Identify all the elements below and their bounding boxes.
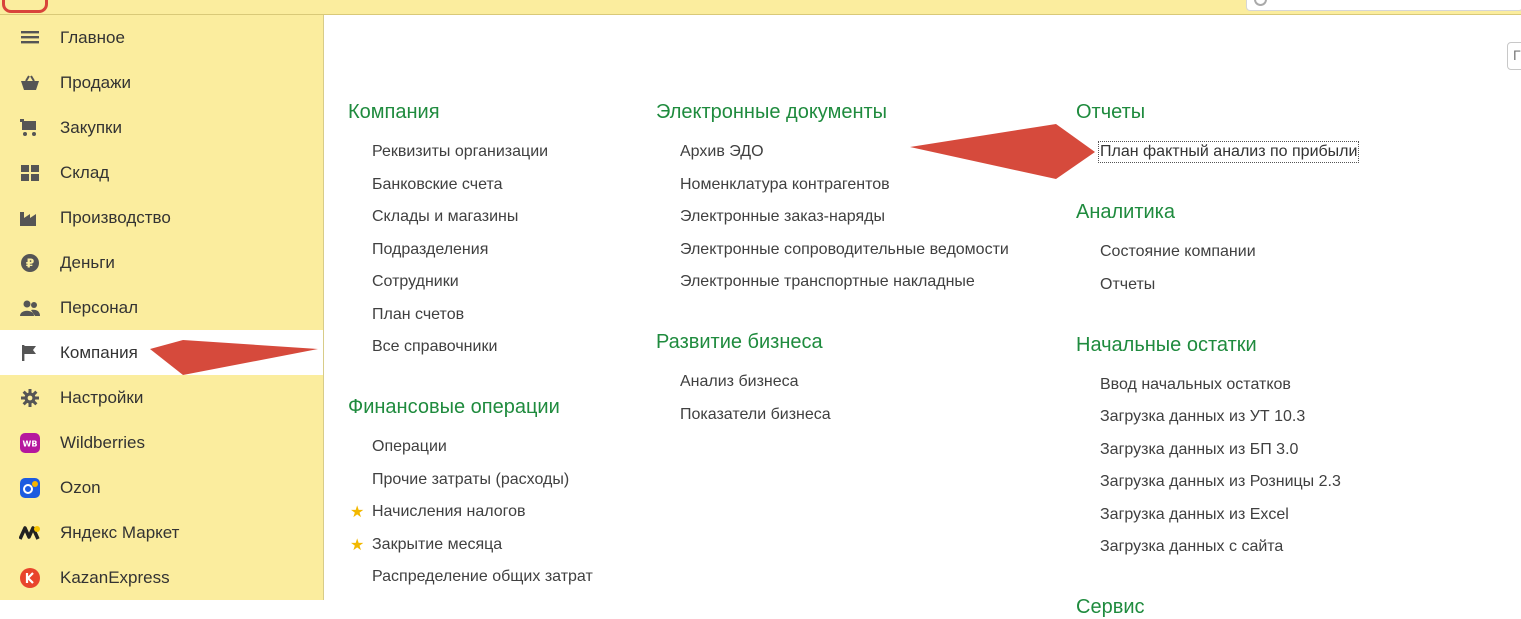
section-link[interactable]: Показатели бизнеса	[680, 406, 831, 424]
section-content-panel: Компания Реквизиты организации Банковские …	[324, 15, 1521, 618]
kazanexpress-logo-icon	[19, 567, 41, 589]
sidebar-item-label: Деньги	[60, 252, 115, 272]
section-title: Сервис	[1076, 596, 1145, 618]
wildberries-logo-icon: WB	[19, 432, 41, 454]
section-link[interactable]: Распределение общих затрат	[372, 568, 593, 586]
section-link[interactable]: План фактный анализ по прибыли	[1097, 141, 1360, 163]
section-title: Начальные остатки	[1076, 333, 1257, 356]
global-search-input[interactable]	[1246, 0, 1521, 11]
panel-settings-button[interactable]: Г	[1507, 42, 1521, 70]
section-link[interactable]: Реквизиты организации	[372, 143, 548, 161]
sections-sidebar: Главное Продажи Закупки Склад Производство ₽ Д…	[0, 15, 324, 600]
sidebar-item-label: Закупки	[60, 117, 122, 137]
section-title: Компания	[348, 101, 440, 123]
section-link[interactable]: Склады и магазины	[372, 208, 518, 226]
sidebar-item-label: Продажи	[60, 72, 131, 92]
section-link[interactable]: Банковские счета	[372, 176, 502, 194]
sidebar-item-9[interactable]: WB Wildberries	[0, 420, 323, 465]
section-title: Развитие бизнеса	[656, 331, 823, 353]
section-link[interactable]: Ввод начальных остатков	[1100, 376, 1291, 394]
sidebar-item-label: Wildberries	[60, 432, 146, 452]
warehouse-grid-icon	[19, 162, 41, 184]
section-link[interactable]: Все справочники	[372, 338, 497, 356]
sidebar-item-label: KazanExpress	[60, 567, 170, 587]
sidebar-item-label: Производство	[60, 207, 171, 227]
yandex-market-logo-icon	[19, 522, 41, 544]
section-link[interactable]: Загрузка данных из Розницы 2.3	[1100, 473, 1341, 491]
section-link[interactable]: Сотрудники	[372, 273, 459, 291]
section-title: Отчеты	[1076, 101, 1146, 123]
app-title-bar	[0, 0, 1521, 15]
sidebar-item-2[interactable]: Закупки	[0, 105, 323, 150]
panel-settings-button-label: Г	[1513, 47, 1521, 63]
app-logo-icon	[2, 0, 48, 13]
section-link[interactable]: Закрытие месяца	[372, 536, 502, 554]
sidebar-item-label: Компания	[60, 342, 138, 362]
sidebar-item-label: Яндекс Маркет	[60, 522, 180, 542]
svg-text:WB: WB	[23, 439, 38, 448]
gear-icon	[19, 387, 41, 409]
section-title: Электронные документы	[656, 101, 888, 123]
section-link[interactable]: Начисления налогов	[372, 503, 526, 521]
sidebar-item-label: Склад	[60, 162, 110, 182]
sidebar-item-6[interactable]: Персонал	[0, 285, 323, 330]
section-link[interactable]: Операции	[372, 438, 447, 456]
sidebar-item-7[interactable]: Компания	[0, 330, 323, 375]
factory-icon	[19, 207, 41, 229]
cart-icon	[19, 117, 41, 139]
ruble-coin-icon: ₽	[19, 252, 41, 274]
flag-icon	[19, 342, 41, 364]
section-link[interactable]: Загрузка данных из БП 3.0	[1100, 441, 1298, 459]
sidebar-item-label: Главное	[60, 27, 125, 47]
search-icon	[1254, 0, 1267, 6]
svg-text:₽: ₽	[26, 256, 34, 270]
basket-icon	[19, 72, 41, 94]
people-icon	[19, 297, 41, 319]
favorite-star-icon[interactable]: ★	[350, 502, 364, 522]
section-link[interactable]: Загрузка данных из Excel	[1100, 506, 1289, 524]
menu-lines-icon	[19, 27, 41, 49]
section-title: Аналитика	[1076, 201, 1175, 223]
section-link[interactable]: Загрузка данных с сайта	[1100, 538, 1283, 556]
section-link[interactable]: Прочие затраты (расходы)	[372, 471, 569, 489]
sidebar-item-4[interactable]: Производство	[0, 195, 323, 240]
section-link[interactable]: Подразделения	[372, 241, 488, 259]
sidebar-item-12[interactable]: KazanExpress	[0, 555, 323, 600]
favorite-star-icon[interactable]: ★	[350, 535, 364, 555]
sidebar-item-3[interactable]: Склад	[0, 150, 323, 195]
section-link[interactable]: Электронные заказ-наряды	[680, 208, 885, 226]
sidebar-item-label: Настройки	[60, 387, 144, 407]
section-link[interactable]: Электронные транспортные накладные	[680, 273, 975, 291]
section-link[interactable]: Анализ бизнеса	[680, 373, 799, 391]
sidebar-item-8[interactable]: Настройки	[0, 375, 323, 420]
section-link[interactable]: Архив ЭДО	[680, 143, 764, 161]
section-link[interactable]: Загрузка данных из УТ 10.3	[1100, 408, 1305, 426]
sidebar-item-1[interactable]: Продажи	[0, 60, 323, 105]
sidebar-item-label: Персонал	[60, 297, 139, 317]
sidebar-item-5[interactable]: ₽ Деньги	[0, 240, 323, 285]
section-link[interactable]: Состояние компании	[1100, 243, 1256, 261]
sidebar-item-10[interactable]: Ozon	[0, 465, 323, 510]
section-link[interactable]: Номенклатура контрагентов	[680, 176, 890, 194]
section-link[interactable]: Электронные сопроводительные ведомости	[680, 241, 1009, 259]
sidebar-item-label: Ozon	[60, 477, 101, 497]
section-link[interactable]: План счетов	[372, 306, 464, 324]
section-link[interactable]: Отчеты	[1100, 276, 1155, 294]
sidebar-item-0[interactable]: Главное	[0, 15, 323, 60]
ozon-logo-icon	[19, 477, 41, 499]
section-title: Финансовые операции	[348, 396, 560, 418]
sidebar-item-11[interactable]: Яндекс Маркет	[0, 510, 323, 555]
